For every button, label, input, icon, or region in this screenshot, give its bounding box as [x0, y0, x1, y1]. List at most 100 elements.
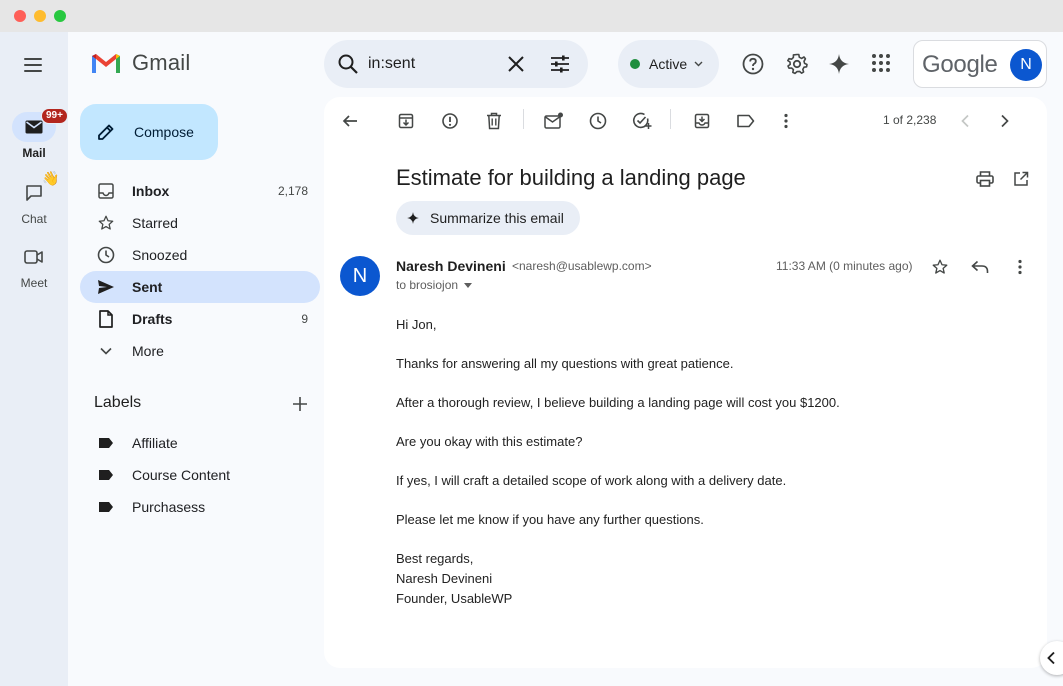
more-options-button[interactable] [774, 109, 798, 133]
send-icon [96, 277, 116, 297]
gemini-button[interactable] [827, 52, 851, 76]
email-paragraph: Are you okay with this estimate? [396, 434, 583, 449]
nav-count: 2,178 [277, 184, 308, 198]
more-vert-icon [784, 113, 788, 129]
email-paragraph: Please let me know if you have any furth… [396, 512, 704, 527]
star-message-button[interactable] [928, 255, 952, 279]
recipient-details[interactable]: to brosiojon [396, 278, 473, 292]
search-icon[interactable] [337, 53, 359, 75]
add-task-icon [632, 112, 652, 129]
label-icon [737, 114, 755, 128]
account-avatar[interactable]: N [1010, 49, 1042, 81]
older-button[interactable] [993, 109, 1017, 133]
help-icon [742, 53, 764, 75]
label-list: Affiliate Course Content Purchasess [80, 427, 320, 523]
label-item-purchasess[interactable]: Purchasess [80, 491, 320, 523]
clock-icon [589, 112, 607, 130]
mark-unread-icon [544, 112, 563, 129]
clear-search-icon[interactable] [507, 55, 525, 73]
sent-time: 11:33 AM (0 minutes ago) [776, 259, 913, 273]
newer-button[interactable] [953, 109, 977, 133]
sidebar: Gmail Compose Inbox 2,178 Starred Snooze… [68, 32, 324, 686]
move-to-button[interactable] [690, 109, 714, 133]
rail-mail-label: Mail [22, 146, 46, 160]
label-tag-icon [96, 497, 116, 517]
report-icon [442, 113, 458, 129]
meet-pill [12, 242, 56, 272]
rail-mail[interactable]: 99+ Mail [0, 108, 68, 160]
report-spam-button[interactable] [438, 109, 462, 133]
video-camera-icon [24, 250, 43, 264]
delete-button[interactable] [482, 109, 506, 133]
summarize-label: Summarize this email [430, 210, 564, 226]
nav-item-drafts[interactable]: Drafts 9 [80, 303, 320, 335]
reply-icon [971, 260, 989, 273]
reply-button[interactable] [968, 255, 992, 279]
email-paragraph: After a thorough review, I believe build… [396, 395, 840, 410]
mail-icon [25, 120, 43, 134]
open-new-window-button[interactable] [1009, 167, 1033, 191]
snooze-button[interactable] [586, 109, 610, 133]
chevron-right-icon [1001, 114, 1009, 128]
sparkle-icon [829, 54, 849, 74]
nav-label: Inbox [132, 183, 170, 199]
label-item-course-content[interactable]: Course Content [80, 459, 320, 491]
chevron-left-icon [1047, 651, 1055, 665]
settings-button[interactable] [785, 52, 809, 76]
nav-item-more[interactable]: More [80, 335, 320, 367]
sender-avatar[interactable]: N [340, 256, 380, 296]
add-to-tasks-button[interactable] [630, 109, 654, 133]
caret-down-icon [464, 282, 473, 288]
rail-meet[interactable]: Meet [0, 242, 68, 290]
back-button[interactable] [338, 109, 362, 133]
sparkle-icon [407, 212, 419, 224]
summarize-email-button[interactable]: Summarize this email [396, 201, 580, 235]
main-menu-button[interactable] [22, 55, 44, 75]
message-more-button[interactable] [1008, 255, 1032, 279]
print-button[interactable] [973, 167, 997, 191]
nav-item-inbox[interactable]: Inbox 2,178 [80, 175, 320, 207]
labels-button[interactable] [734, 109, 758, 133]
nav-label: Starred [132, 215, 178, 231]
compose-label: Compose [134, 124, 194, 140]
search-bar[interactable]: in:sent [324, 40, 588, 88]
rail-chat[interactable]: 👋 Chat [0, 170, 68, 226]
status-selector[interactable]: Active [618, 40, 719, 88]
minimize-window-button[interactable] [34, 10, 46, 22]
google-brand: Google [922, 51, 998, 78]
show-side-panel-button[interactable] [1040, 641, 1063, 675]
search-input[interactable]: in:sent [368, 55, 415, 73]
apps-grid-icon [872, 54, 890, 72]
nav-label: Sent [132, 279, 163, 295]
trash-icon [487, 112, 501, 130]
apps-button[interactable] [870, 52, 894, 76]
account-switcher[interactable]: Google N [913, 40, 1047, 88]
draft-icon [96, 309, 116, 329]
open-in-new-icon [1014, 171, 1029, 186]
add-label-button[interactable] [290, 394, 310, 414]
gmail-logo[interactable]: Gmail [90, 50, 190, 76]
chat-pill: 👋 [12, 170, 59, 208]
help-button[interactable] [741, 52, 765, 76]
plus-icon [293, 397, 307, 411]
more-vert-icon [1018, 259, 1022, 275]
nav-item-starred[interactable]: Starred [80, 207, 320, 239]
status-label: Active [649, 56, 688, 72]
nav-item-sent[interactable]: Sent [80, 271, 320, 303]
gmail-m-icon [92, 54, 120, 73]
search-options-icon[interactable] [550, 54, 570, 74]
label-name: Course Content [132, 467, 231, 483]
chat-icon [26, 185, 42, 201]
sender-email: <naresh@usablewp.com> [512, 259, 652, 273]
maximize-window-button[interactable] [54, 10, 66, 22]
archive-button[interactable] [394, 109, 418, 133]
mark-unread-button[interactable] [542, 109, 566, 133]
app-rail: 99+ Mail 👋 Chat Meet [0, 32, 68, 686]
app-name: Gmail [132, 50, 191, 75]
close-window-button[interactable] [14, 10, 26, 22]
sender-name[interactable]: Naresh Devineni [396, 258, 506, 274]
email-subject: Estimate for building a landing page [396, 165, 746, 190]
label-item-affiliate[interactable]: Affiliate [80, 427, 320, 459]
nav-item-snoozed[interactable]: Snoozed [80, 239, 320, 271]
compose-button[interactable]: Compose [80, 104, 218, 160]
